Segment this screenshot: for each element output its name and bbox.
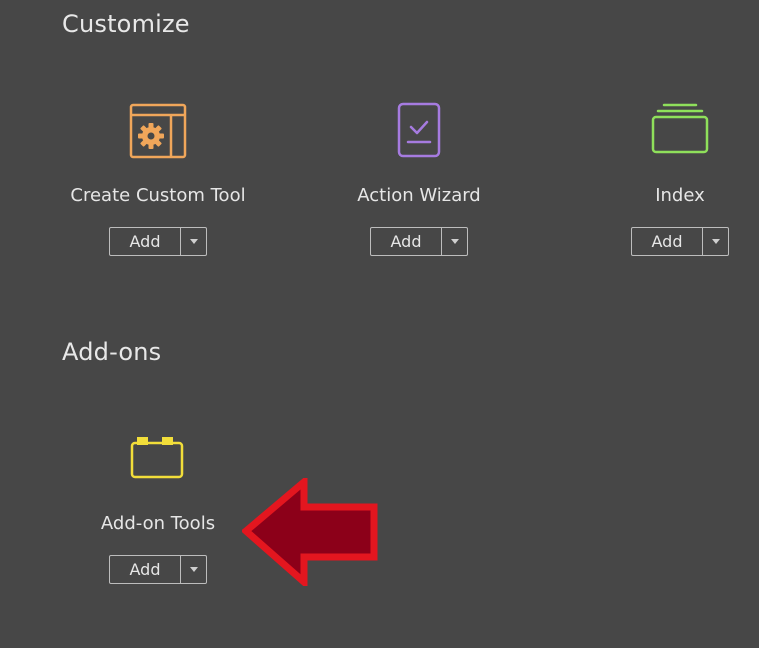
add-button[interactable]: Add	[632, 228, 702, 255]
add-split-button: Add	[631, 227, 729, 256]
custom-tool-gear-icon[interactable]	[128, 102, 188, 162]
chevron-down-icon	[711, 239, 720, 244]
tool-label: Add-on Tools	[100, 513, 216, 534]
section-title-customize: Customize	[62, 10, 190, 38]
add-split-button: Add	[109, 227, 207, 256]
tools-page: Customize Create Custom Tool Add Action …	[0, 0, 759, 648]
chevron-down-icon	[189, 567, 198, 572]
add-button[interactable]: Add	[110, 228, 180, 255]
tool-index: Index Add	[580, 102, 759, 282]
add-dropdown-button[interactable]	[181, 556, 206, 583]
section-title-addons: Add-ons	[62, 338, 162, 366]
tool-create-custom-tool: Create Custom Tool Add	[58, 102, 258, 282]
tool-label: Create Custom Tool	[70, 185, 246, 206]
red-pointer-arrow-icon	[242, 478, 378, 586]
chevron-down-icon	[189, 239, 198, 244]
addon-brick-icon[interactable]	[128, 430, 188, 490]
index-stack-icon[interactable]	[650, 102, 710, 162]
tool-addon-tools: Add-on Tools Add	[58, 430, 258, 610]
add-button[interactable]: Add	[371, 228, 441, 255]
add-dropdown-button[interactable]	[442, 228, 467, 255]
tool-label: Action Wizard	[357, 185, 481, 206]
add-dropdown-button[interactable]	[703, 228, 728, 255]
action-wizard-checklist-icon[interactable]	[389, 102, 449, 162]
add-button[interactable]: Add	[110, 556, 180, 583]
add-split-button: Add	[109, 555, 207, 584]
tool-label: Index	[655, 185, 705, 206]
tool-action-wizard: Action Wizard Add	[319, 102, 519, 282]
chevron-down-icon	[450, 239, 459, 244]
add-dropdown-button[interactable]	[181, 228, 206, 255]
add-split-button: Add	[370, 227, 468, 256]
